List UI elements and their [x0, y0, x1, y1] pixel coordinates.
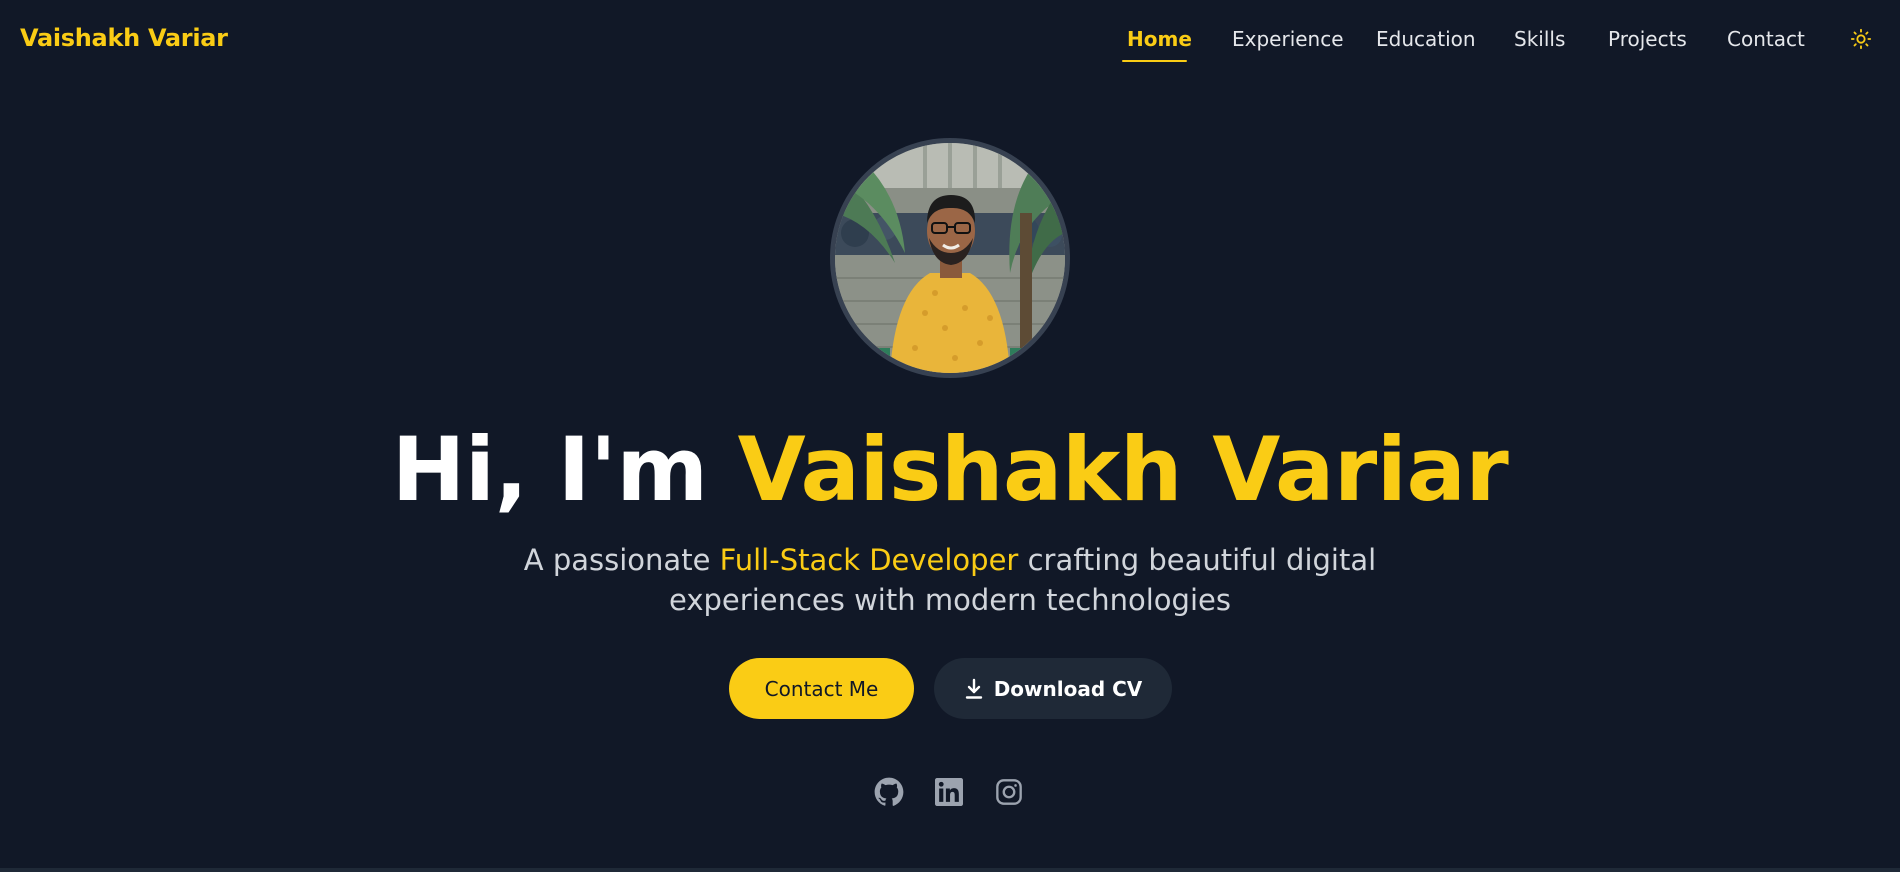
download-cv-button[interactable]: Download CV — [934, 658, 1172, 719]
github-icon — [874, 777, 904, 806]
instagram-icon — [996, 779, 1022, 805]
hero-subtitle: A passionate Full-Stack Developer crafti… — [500, 540, 1400, 620]
nav-projects[interactable]: Projects — [1608, 26, 1687, 52]
download-icon — [965, 678, 982, 699]
top-navbar: Vaishakh Variar Home Experience Educatio… — [0, 0, 1900, 78]
profile-photo — [830, 138, 1070, 378]
contact-me-label: Contact Me — [764, 676, 879, 701]
hero-greeting: Hi, I'm — [391, 418, 738, 521]
hero-subtitle-highlight: Full-Stack Developer — [719, 543, 1019, 577]
github-link[interactable] — [874, 777, 904, 807]
sun-icon — [1850, 28, 1872, 50]
nav-contact[interactable]: Contact — [1727, 26, 1805, 52]
nav-experience[interactable]: Experience — [1232, 26, 1344, 52]
hero-heading: Hi, I'm Vaishakh Variar — [0, 418, 1900, 522]
contact-me-button[interactable]: Contact Me — [729, 658, 914, 719]
brand-logo[interactable]: Vaishakh Variar — [20, 24, 228, 52]
download-cv-label: Download CV — [993, 676, 1143, 701]
nav-skills[interactable]: Skills — [1514, 26, 1565, 52]
hero-name: Vaishakh Variar — [737, 418, 1509, 521]
linkedin-icon — [935, 778, 963, 806]
nav-home[interactable]: Home — [1127, 26, 1192, 52]
page-bottom-border — [0, 868, 1900, 872]
portfolio-page: Vaishakh Variar Home Experience Educatio… — [0, 0, 1900, 872]
linkedin-link[interactable] — [934, 777, 964, 807]
nav-education[interactable]: Education — [1376, 26, 1476, 52]
theme-toggle-button[interactable] — [1848, 26, 1874, 52]
nav-active-indicator — [1122, 60, 1187, 62]
instagram-link[interactable] — [994, 777, 1024, 807]
hero-subtitle-pre: A passionate — [523, 543, 720, 577]
profile-photo-illustration — [835, 143, 1065, 373]
